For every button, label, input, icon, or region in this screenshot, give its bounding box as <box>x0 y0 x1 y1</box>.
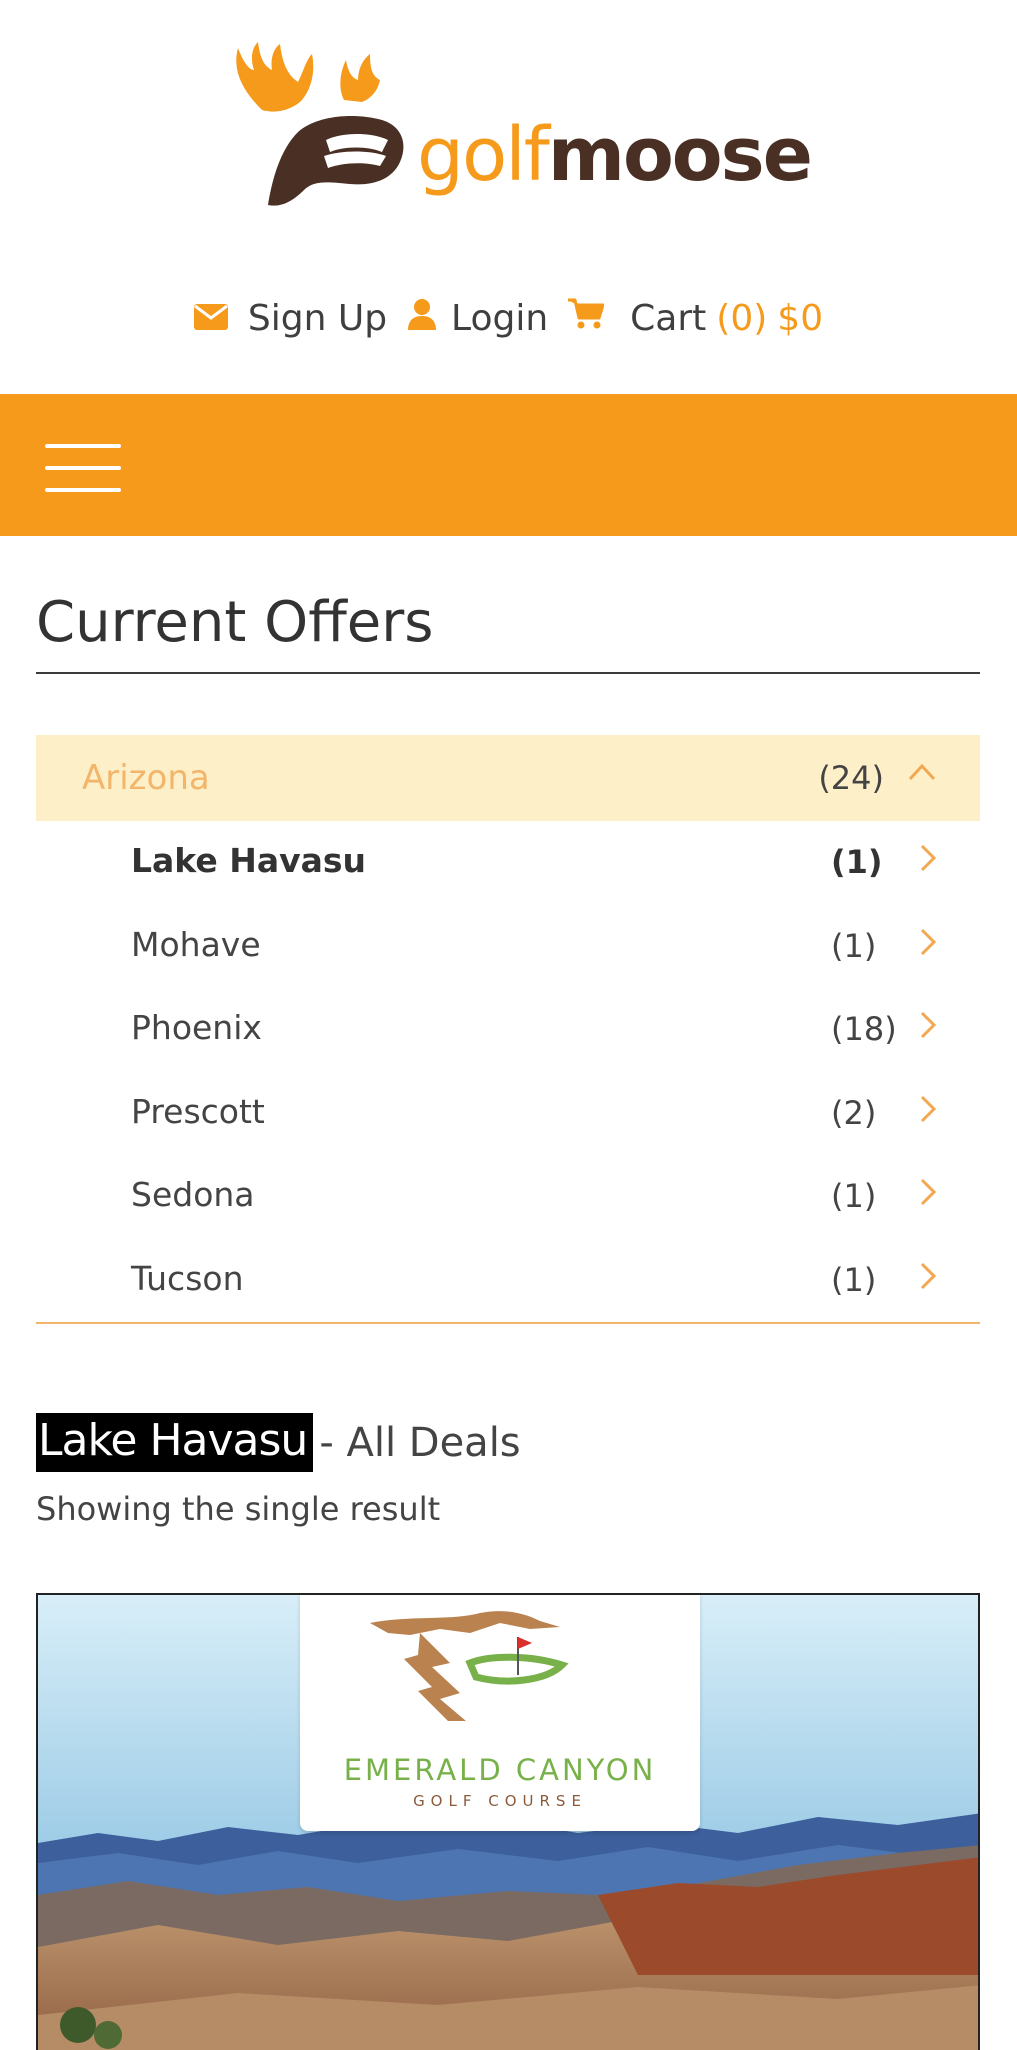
city-item-mohave[interactable]: Mohave (1) <box>36 905 980 989</box>
brand-moose: moose <box>547 112 813 198</box>
city-name: Mohave <box>131 924 261 964</box>
moose-club-icon <box>236 42 404 206</box>
city-count: (18) <box>831 1010 897 1048</box>
cart-icon <box>568 298 605 339</box>
chevron-up-icon <box>908 761 936 787</box>
city-count: (1) <box>831 1177 877 1215</box>
city-list: Lake Havasu (1) Mohave (1) Phoenix (18) … <box>36 821 980 1322</box>
city-count: (1) <box>831 843 883 881</box>
state-accordion-arizona[interactable]: Arizona (24) <box>36 735 980 821</box>
city-item-tucson[interactable]: Tucson (1) <box>36 1239 980 1323</box>
chevron-right-icon <box>918 1177 938 1211</box>
state-name: Arizona <box>82 758 210 798</box>
product-card[interactable]: EMERALD CANYON GOLF COURSE <box>36 1593 980 2050</box>
state-count: (24) <box>818 759 884 797</box>
cart-label: Cart <box>630 297 707 339</box>
city-count: (1) <box>831 926 877 965</box>
user-icon <box>407 298 437 339</box>
city-count: (2) <box>831 1093 877 1132</box>
cart-total: $0 <box>777 297 824 339</box>
main-nav-bar <box>0 394 1017 536</box>
course-subtitle: GOLF COURSE <box>413 1792 587 1810</box>
offers-divider <box>36 672 980 674</box>
chevron-right-icon <box>918 843 938 877</box>
brand-wordmark: golfmoose <box>417 118 813 192</box>
signup-link[interactable]: Sign Up <box>193 297 388 339</box>
city-name: Phoenix <box>131 1008 262 1047</box>
brand-logo[interactable]: golfmoose <box>232 40 813 215</box>
chevron-right-icon <box>918 1010 938 1044</box>
city-name: Sedona <box>131 1175 255 1214</box>
cart-count: (0) <box>716 297 768 339</box>
city-name: Lake Havasu <box>131 841 367 880</box>
city-item-prescott[interactable]: Prescott (2) <box>36 1072 980 1156</box>
signup-label: Sign Up <box>247 297 388 339</box>
chevron-right-icon <box>918 1261 938 1295</box>
account-bar: Sign Up Login Cart (0) $0 <box>0 288 1017 348</box>
result-count: Showing the single result <box>36 1490 441 1528</box>
deals-suffix: - All Deals <box>319 1419 521 1466</box>
city-item-phoenix[interactable]: Phoenix (18) <box>36 988 980 1072</box>
canyon-flag-icon <box>370 1611 569 1721</box>
city-item-lake-havasu[interactable]: Lake Havasu (1) <box>36 821 980 905</box>
deals-city: Lake Havasu <box>36 1413 314 1472</box>
offers-title: Current Offers <box>36 590 434 655</box>
course-name: EMERALD CANYON <box>343 1753 657 1787</box>
chevron-right-icon <box>918 1094 938 1128</box>
deals-heading: Lake Havasu - All Deals <box>36 1410 521 1475</box>
city-list-divider <box>36 1322 980 1324</box>
login-label: Login <box>451 297 549 339</box>
city-name: Prescott <box>131 1091 265 1131</box>
city-name: Tucson <box>131 1258 244 1298</box>
chevron-right-icon <box>918 927 938 961</box>
envelope-icon <box>193 298 228 339</box>
hamburger-menu-icon[interactable] <box>45 444 121 492</box>
city-count: (1) <box>831 1260 877 1299</box>
city-item-sedona[interactable]: Sedona (1) <box>36 1155 980 1239</box>
course-logo: EMERALD CANYON GOLF COURSE <box>300 1595 700 1831</box>
login-link[interactable]: Login <box>407 298 548 339</box>
brand-golf: golf <box>417 112 550 198</box>
cart-link[interactable]: Cart (0) $0 <box>568 298 823 339</box>
